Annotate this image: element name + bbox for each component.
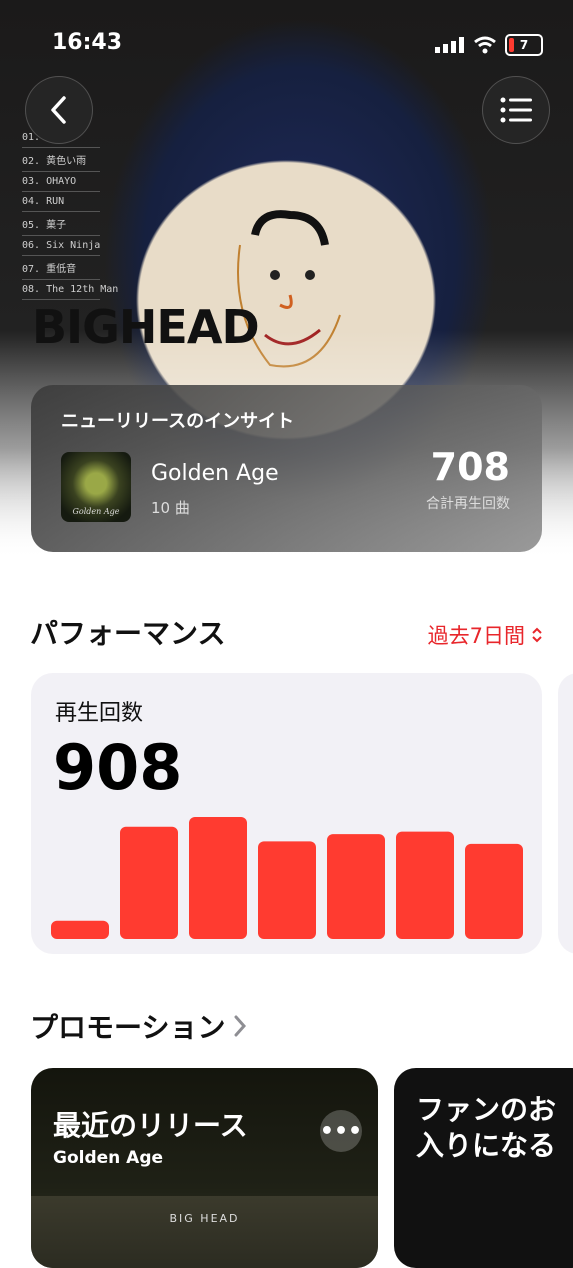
plays-card-label: 再生回数 — [55, 701, 144, 726]
chevron-left-icon — [51, 96, 66, 124]
signal-icon — [435, 37, 464, 53]
bar-3 — [189, 817, 247, 939]
wifi-icon — [474, 36, 496, 54]
status-icons: 7 — [435, 34, 543, 56]
plays-card[interactable]: 再生回数 908 — [31, 673, 542, 954]
track-2: 03. OHAYO — [22, 172, 100, 192]
battery-icon: 7 — [505, 34, 543, 56]
bar-4 — [258, 841, 316, 939]
track-6: 07. 重低音 — [22, 256, 100, 280]
artist-name: BIGHEAD — [32, 300, 260, 354]
bar-2 — [120, 826, 178, 939]
track-7: 08. The 12th Man — [22, 280, 118, 300]
chevron-right-icon — [234, 1015, 247, 1037]
performance-heading: パフォーマンス — [30, 617, 226, 650]
track-1: 02. 黄色い雨 — [22, 148, 100, 172]
promo-card-fan-favorite[interactable]: ファンのお 入りになる — [394, 1068, 573, 1268]
track-count: 10 曲 — [151, 499, 190, 517]
album-name: Golden Age — [151, 461, 279, 486]
chevron-updown-icon — [532, 627, 542, 643]
promotion-heading-link[interactable]: プロモーション — [30, 1006, 247, 1046]
track-4: 05. 菓子 — [22, 212, 100, 236]
bar-1 — [51, 920, 109, 939]
track-3: 04. RUN — [22, 192, 100, 212]
bar-6 — [396, 831, 454, 939]
plays-bar-chart — [51, 817, 523, 939]
album-artwork: Golden Age — [61, 452, 131, 522]
promo-card-title: 最近のリリース — [53, 1109, 248, 1142]
promo-card-title-2: ファンのお 入りになる — [416, 1093, 557, 1162]
menu-button[interactable] — [482, 76, 550, 144]
plays-card-value: 908 — [53, 731, 183, 804]
album-artwork-text: Golden Age — [72, 507, 120, 516]
insight-title: ニューリリースのインサイト — [61, 411, 295, 432]
new-release-insight-card[interactable]: ニューリリースのインサイト Golden Age Golden Age 10 曲… — [31, 385, 542, 552]
promo-card-recent-release[interactable]: 最近のリリース Golden Age ••• BIG HEAD — [31, 1068, 378, 1268]
more-options-button[interactable]: ••• — [320, 1110, 362, 1152]
battery-level: 7 — [519, 38, 529, 52]
list-icon — [500, 97, 532, 123]
hero-tracklist: 01. 02. 黄色い雨 03. OHAYO 04. RUN 05. 菓子 06… — [22, 128, 118, 300]
promotion-heading: プロモーション — [30, 1011, 226, 1044]
next-card-peek[interactable] — [558, 673, 573, 954]
promo-card-subtitle: Golden Age — [53, 1148, 164, 1168]
bar-7 — [465, 843, 523, 939]
track-5: 06. Six Ninja — [22, 236, 100, 256]
bar-5 — [327, 834, 385, 939]
period-label: 過去7日間 — [427, 624, 525, 648]
ellipsis-icon: ••• — [319, 1118, 363, 1144]
back-button[interactable] — [25, 76, 93, 144]
promo-card-artwork: BIG HEAD — [31, 1196, 378, 1268]
total-plays-value: 708 — [430, 445, 510, 489]
promo-card-artwork-text: BIG HEAD — [169, 1212, 240, 1225]
status-time: 16:43 — [52, 30, 123, 55]
period-selector[interactable]: 過去7日間 — [428, 620, 543, 650]
total-plays-label: 合計再生回数 — [426, 496, 510, 512]
